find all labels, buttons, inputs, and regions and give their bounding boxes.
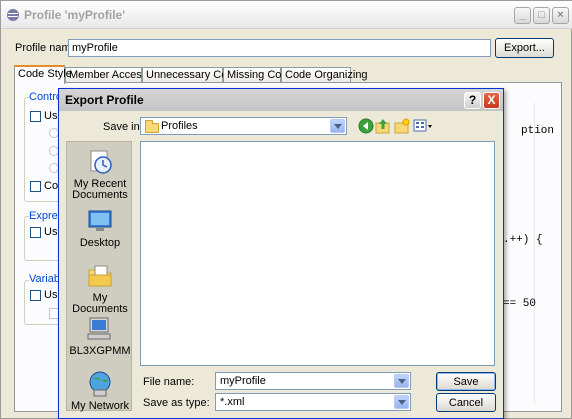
place-my-network[interactable]: My Network: [67, 370, 133, 412]
window-title: Profile 'myProfile': [24, 8, 126, 22]
save-button[interactable]: Save: [436, 372, 496, 391]
minimize-icon: _: [519, 9, 526, 21]
code-preview-line: ption: [521, 125, 555, 137]
save-as-type-label: Save as type:: [143, 397, 210, 409]
save-as-type-dropdown[interactable]: *.xml: [215, 393, 411, 411]
desktop-icon: [88, 210, 112, 231]
code-preview-line: .++) {: [503, 234, 543, 246]
control-checkbox-2[interactable]: [30, 181, 41, 192]
place-my-documents[interactable]: My Documents: [67, 262, 133, 315]
eclipse-icon: [7, 9, 19, 21]
place-label: My Recent Documents: [72, 178, 128, 201]
place-label: My Documents: [72, 292, 128, 315]
tab-member-accesses[interactable]: Member Accesses: [65, 67, 159, 82]
folder-icon: [145, 120, 159, 133]
place-label: Desktop: [79, 237, 121, 249]
network-icon: [89, 371, 111, 397]
save-in-value: Profiles: [161, 120, 198, 132]
place-recent-documents[interactable]: My Recent Documents: [67, 148, 133, 201]
file-name-value[interactable]: myProfile: [220, 375, 266, 387]
place-my-computer[interactable]: BL3XGPMM: [67, 315, 133, 357]
my-computer-icon: [87, 317, 111, 340]
export-profile-dialog: Export Profile ? X Save in: Profiles My …: [58, 88, 504, 419]
preview-divider: [534, 103, 535, 403]
control-checkbox-1[interactable]: [30, 111, 41, 122]
file-name-label: File name:: [143, 376, 195, 388]
dialog-close-button[interactable]: X: [483, 92, 500, 109]
variable-checkbox-1[interactable]: [30, 290, 41, 301]
maximize-button[interactable]: □: [533, 7, 550, 24]
window-titlebar[interactable]: Profile 'myProfile' _ □ ×: [1, 1, 572, 29]
save-in-label: Save in:: [103, 121, 143, 133]
chevron-down-icon[interactable]: [330, 119, 345, 133]
cancel-button[interactable]: Cancel: [436, 393, 496, 412]
tab-code-style[interactable]: Code Style: [14, 65, 72, 84]
save-in-dropdown[interactable]: Profiles: [140, 117, 347, 135]
recent-documents-icon: [90, 150, 112, 174]
place-label: My Network: [70, 400, 130, 412]
chevron-down-icon[interactable]: [394, 374, 409, 388]
place-desktop[interactable]: Desktop: [67, 207, 133, 249]
file-list[interactable]: [140, 141, 495, 366]
help-button[interactable]: ?: [464, 92, 481, 109]
file-name-combo[interactable]: myProfile: [215, 372, 411, 390]
dialog-titlebar[interactable]: Export Profile ? X: [59, 89, 503, 111]
dialog-title: Export Profile: [65, 93, 144, 107]
maximize-icon: □: [538, 9, 545, 21]
places-bar: My Recent Documents Desktop My Documents: [66, 141, 133, 412]
new-folder-icon[interactable]: [394, 118, 410, 134]
tab-unnecessary-code[interactable]: Unnecessary Code: [142, 67, 240, 82]
export-button[interactable]: Export...: [495, 38, 554, 58]
close-icon: ×: [557, 9, 564, 21]
place-label: BL3XGPMM: [69, 345, 131, 357]
save-as-type-value: *.xml: [220, 396, 245, 408]
tab-missing-code[interactable]: Missing Code: [223, 67, 294, 82]
minimize-button[interactable]: _: [514, 7, 531, 24]
close-icon: X: [487, 93, 496, 107]
chevron-down-icon[interactable]: [394, 395, 409, 409]
view-menu-icon[interactable]: [413, 118, 433, 134]
profile-name-input[interactable]: [68, 39, 491, 57]
tab-code-organizing[interactable]: Code Organizing: [281, 67, 368, 82]
my-documents-icon: [88, 265, 112, 287]
code-preview-line: == 50: [503, 298, 537, 310]
expression-checkbox-1[interactable]: [30, 227, 41, 238]
up-folder-icon[interactable]: [375, 118, 391, 134]
back-icon[interactable]: [358, 118, 374, 134]
help-icon: ?: [468, 93, 477, 107]
close-button[interactable]: ×: [552, 7, 569, 24]
